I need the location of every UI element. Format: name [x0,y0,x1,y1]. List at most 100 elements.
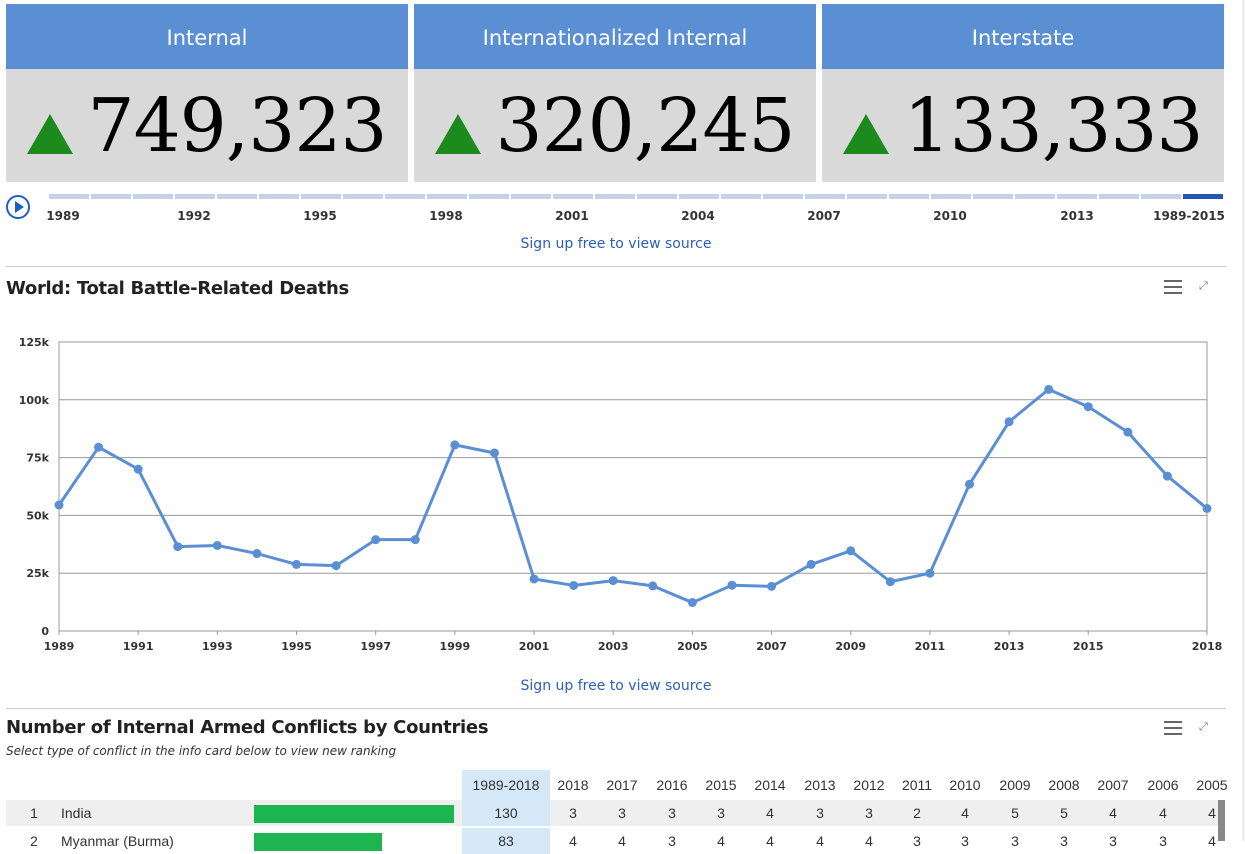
timeline-segment[interactable] [343,194,383,199]
timeline-segment[interactable] [721,194,761,199]
timeline-label[interactable]: 1998 [429,209,462,223]
play-circle-icon[interactable] [6,195,30,219]
chart-source-link[interactable]: Sign up free to view source [521,678,712,694]
scrollbar[interactable] [1218,800,1225,841]
timeline-segment[interactable] [91,194,131,199]
data-point [212,540,222,550]
expand-icon[interactable]: ⤢ [1199,720,1213,734]
card-internal-label: Internal [6,7,408,69]
timeline-label[interactable]: 1992 [177,209,210,223]
timeline-segment[interactable] [973,194,1013,199]
timeline-segment[interactable] [1015,194,1055,199]
card-internationalized-internal[interactable]: Internationalized Internal 320,245 [414,4,816,185]
timeline-segment[interactable] [217,194,257,199]
x-tick-label: 2011 [915,640,946,653]
timeline-segment[interactable] [1141,194,1181,199]
timeline-label[interactable]: 2010 [933,209,966,223]
timeline-segment[interactable] [553,194,593,199]
column-header[interactable]: 2009 [992,770,1038,800]
column-header[interactable]: 2015 [698,770,744,800]
year-timeline: 1989 1992 1995 1998 2001 2004 2007 2010 … [0,190,1245,230]
data-point [252,549,262,559]
value-cell: 4 [961,805,969,821]
timeline-segment[interactable] [1183,194,1223,199]
timeline-segment[interactable] [595,194,635,199]
timeline-segment[interactable] [847,194,887,199]
value-cell: 3 [668,833,676,849]
data-point [687,598,697,608]
value-cell: 3 [913,833,921,849]
timeline-label[interactable]: 2004 [681,209,714,223]
conflicts-table: 1989-2018 2018 2017 2016 2015 2014 2013 2012 201… [0,770,1245,854]
timeline-label[interactable]: 1989 [46,209,79,223]
timeline-label[interactable]: 2013 [1060,209,1093,223]
timeline-segment[interactable] [469,194,509,199]
column-header[interactable]: 2010 [942,770,988,800]
column-header[interactable]: 2012 [846,770,892,800]
timeline-label[interactable]: 1995 [303,209,336,223]
hamburger-menu-icon[interactable] [1164,721,1182,735]
value-cell: 3 [1011,833,1019,849]
country-cell: Myanmar (Burma) [61,833,174,849]
column-header[interactable]: 2008 [1041,770,1087,800]
column-header[interactable]: 1989-2018 [462,770,550,800]
timeline-segment[interactable] [301,194,341,199]
timeline-segment[interactable] [889,194,929,199]
divider [6,708,1226,709]
column-header[interactable]: 2014 [747,770,793,800]
timeline-segment[interactable] [679,194,719,199]
timeline-label[interactable]: 1989-2015 [1153,209,1225,223]
timeline-segment[interactable] [931,194,971,199]
y-tick-label: 125k [19,336,50,349]
timeline-segment[interactable] [133,194,173,199]
data-point [1202,503,1212,513]
data-point [846,546,856,556]
timeline-segment[interactable] [175,194,215,199]
value-cell: 4 [1159,805,1167,821]
table-row[interactable]: 2 Myanmar (Burma) 83 4 4 3 4 4 4 4 3 3 3 3 3 3 4 [6,828,1224,854]
line-chart: 0 25k 50k 75k 100k 125k 1989 1991 1993 1995 1997 19… [19,336,1223,653]
column-header[interactable]: 2013 [797,770,843,800]
timeline-segment[interactable] [1057,194,1097,199]
x-tick-label: 1989 [44,640,75,653]
column-header[interactable]: 2005 [1189,770,1235,800]
timeline-label[interactable]: 2001 [555,209,588,223]
data-point [1123,427,1133,437]
table-row[interactable]: 1 India 130 3 3 3 3 4 3 3 2 4 5 5 4 4 4 [6,800,1224,826]
timeline-segment[interactable] [1099,194,1139,199]
source-link[interactable]: Sign up free to view source [521,236,712,252]
timeline-segment[interactable] [427,194,467,199]
value-cell: 4 [766,805,774,821]
timeline-segment[interactable] [259,194,299,199]
data-point [608,576,618,586]
timeline-segment[interactable] [385,194,425,199]
card-internal[interactable]: Internal 749,323 [6,4,408,185]
value-cell: 4 [816,833,824,849]
column-header[interactable]: 2006 [1140,770,1186,800]
hamburger-menu-icon[interactable] [1164,280,1182,294]
timeline-segment[interactable] [763,194,803,199]
x-tick-label: 2001 [519,640,550,653]
timeline-segment[interactable] [49,194,89,199]
timeline-label[interactable]: 2007 [807,209,840,223]
x-tick-label: 1993 [202,640,233,653]
timeline-segment[interactable] [637,194,677,199]
divider [6,266,1226,267]
card-interstate-label: Interstate [822,7,1224,69]
column-header[interactable]: 2016 [649,770,695,800]
column-header[interactable]: 2011 [894,770,940,800]
data-point [727,580,737,590]
timeline-segment[interactable] [511,194,551,199]
table-title: Number of Internal Armed Conflicts by Co… [6,717,489,738]
x-tick-label: 2013 [994,640,1025,653]
column-header[interactable]: 2017 [599,770,645,800]
data-point [94,442,104,452]
column-header[interactable]: 2018 [550,770,596,800]
expand-icon[interactable]: ⤢ [1199,279,1213,293]
data-point [1004,417,1014,427]
column-header[interactable]: 2007 [1090,770,1136,800]
timeline-segment[interactable] [805,194,845,199]
data-point [1083,402,1093,412]
value-cell: 3 [865,805,873,821]
card-interstate[interactable]: Interstate 133,333 [822,4,1224,185]
